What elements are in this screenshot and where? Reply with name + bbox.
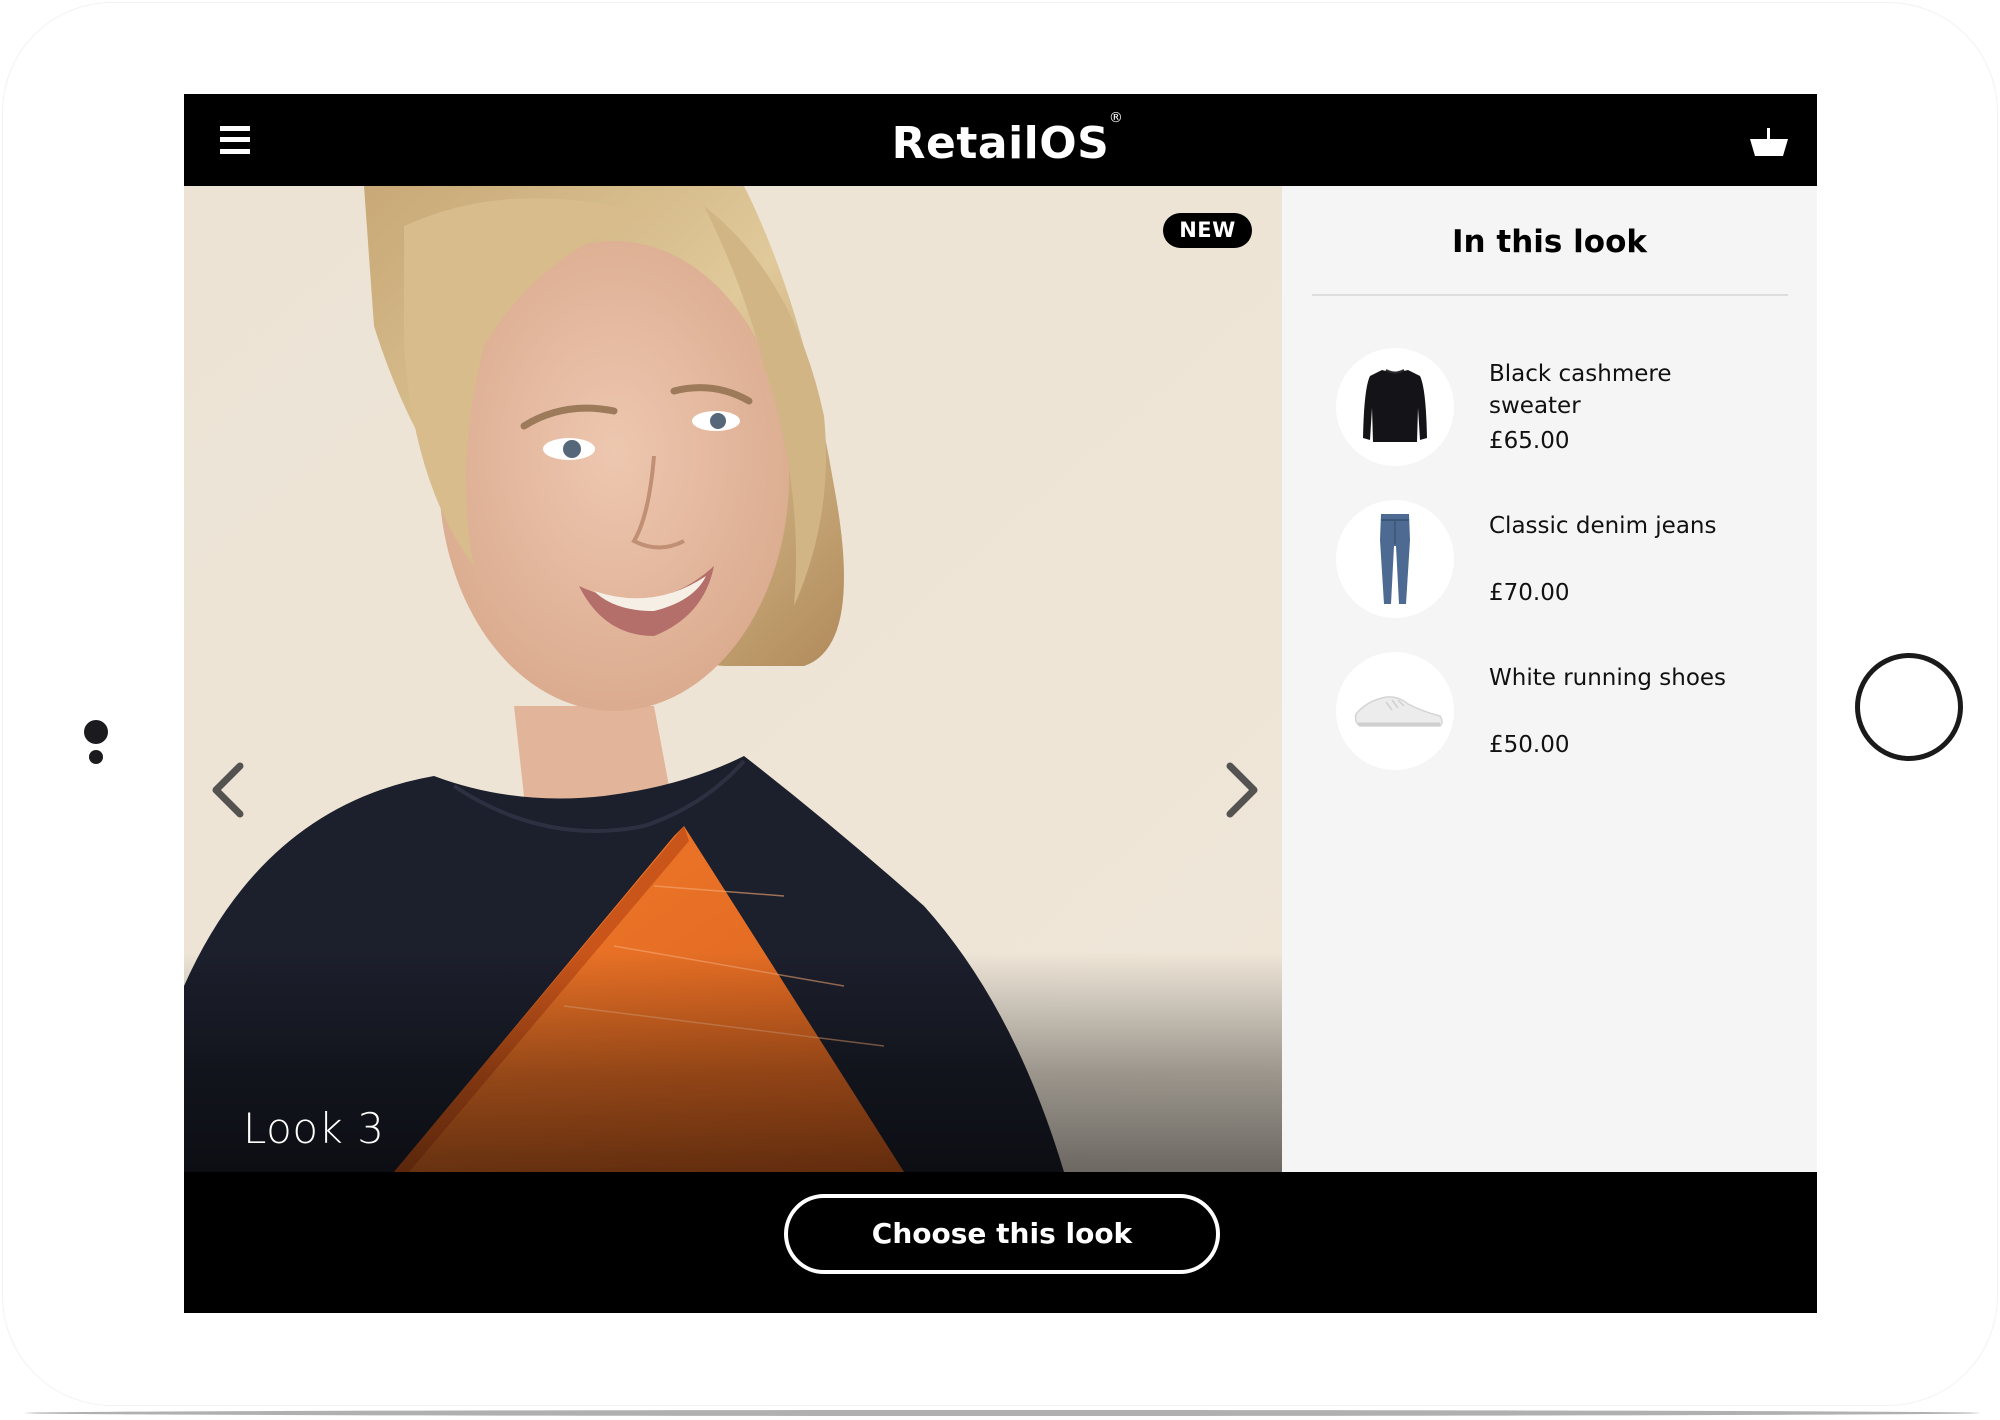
previous-look-button[interactable]	[204, 760, 254, 820]
product-name: Black cashmere sweater	[1489, 361, 1672, 419]
product-item[interactable]: Black cashmere sweater £65.00	[1322, 348, 1792, 468]
jeans-icon	[1380, 514, 1410, 604]
product-price: £65.00	[1489, 428, 1570, 454]
chevron-left-icon	[212, 762, 244, 818]
home-button[interactable]	[1855, 653, 1963, 761]
look-hero-image: NEW Look 3 The ultimate WFH collection	[184, 186, 1282, 1172]
product-thumbnail	[1336, 500, 1454, 618]
product-price: £50.00	[1489, 732, 1570, 758]
product-item[interactable]: Classic denim jeans £70.00	[1322, 500, 1792, 620]
product-item[interactable]: White running shoes £50.00	[1322, 652, 1792, 772]
shopping-basket-icon[interactable]	[1744, 120, 1794, 164]
in-this-look-panel: In this look Black cashmere sweater £65.…	[1282, 186, 1817, 1172]
sneaker-icon	[1354, 696, 1443, 727]
app-header: RetailOS ®	[184, 94, 1817, 186]
app-screen: RetailOS ® NEW Look 3 In this look Black…	[184, 94, 1817, 1313]
product-name: White running shoes	[1489, 665, 1727, 691]
look-number: Look 3	[243, 1104, 385, 1153]
sweater-icon	[1363, 369, 1427, 442]
new-badge: NEW	[1163, 213, 1252, 248]
panel-title: In this look	[1452, 224, 1647, 260]
registered-mark: ®	[1108, 110, 1124, 126]
product-thumbnail	[1336, 348, 1454, 466]
next-look-button[interactable]	[1216, 760, 1266, 820]
brand-logo: RetailOS ®	[184, 110, 1817, 169]
product-name: Classic denim jeans	[1489, 513, 1717, 539]
product-thumbnail	[1336, 652, 1454, 770]
app-footer: Choose this look	[184, 1172, 1817, 1313]
brand-name: RetailOS ®	[891, 110, 1124, 169]
tablet-shadow	[25, 1410, 1980, 1416]
sensor-icon	[89, 750, 103, 764]
choose-look-button[interactable]: Choose this look	[784, 1194, 1220, 1274]
panel-divider	[1312, 294, 1788, 296]
chevron-right-icon	[1226, 762, 1258, 818]
camera-icon	[84, 720, 108, 744]
product-price: £70.00	[1489, 580, 1570, 606]
